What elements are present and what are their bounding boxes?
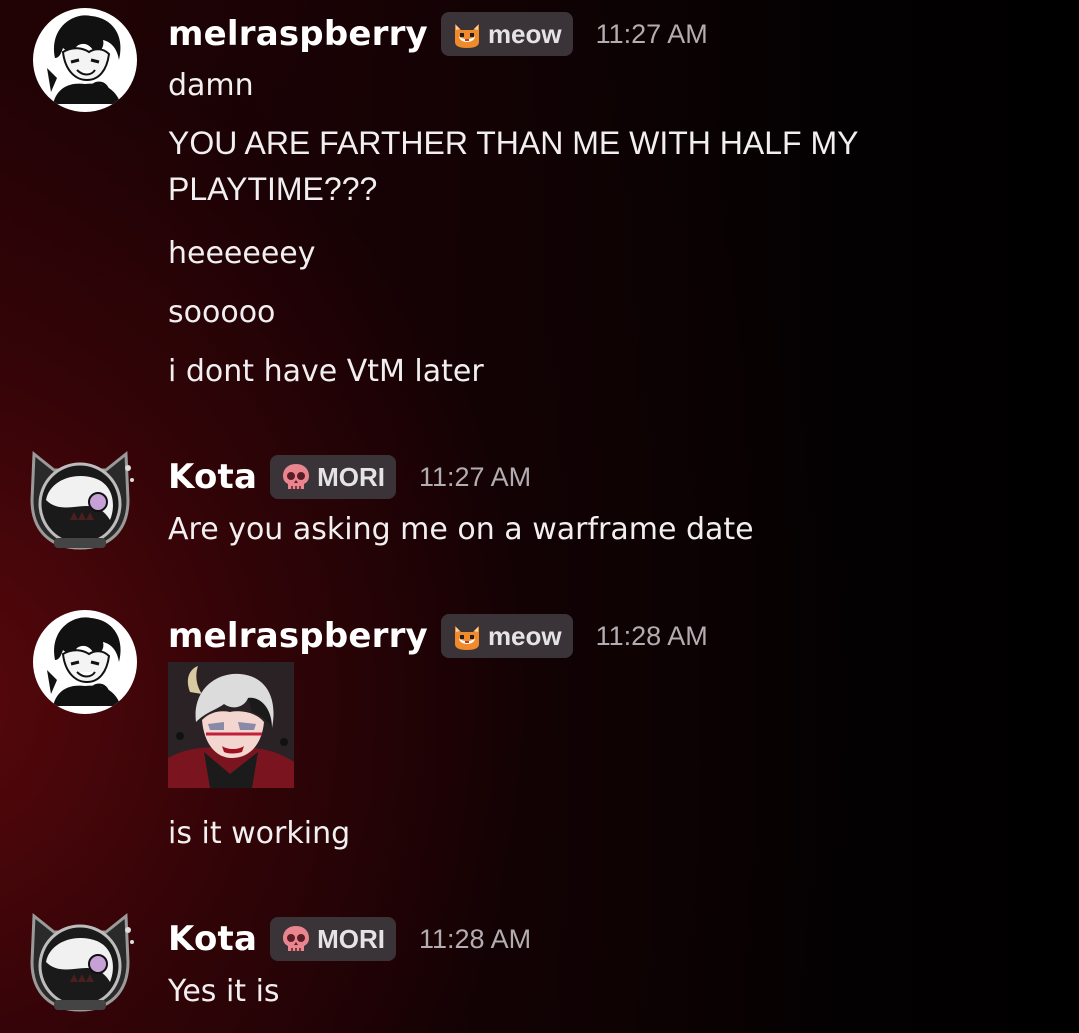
- skull-icon: [280, 461, 312, 493]
- cat-face-icon: [451, 18, 483, 50]
- message-text: YOU ARE FARTHER THAN ME WITH HALF MY PLA…: [168, 125, 858, 207]
- message-header: Kota MORI 11:27 AM: [168, 449, 531, 505]
- cat-face-icon: [451, 620, 483, 652]
- message-text: Are you asking me on a warframe date: [168, 512, 754, 547]
- message-group-melraspberry-1: melraspberry meow 11:27 AM damn YOU ARE …: [0, 0, 1079, 400]
- tag-label: meow: [487, 18, 562, 49]
- tag-label: MORI: [317, 923, 385, 954]
- username[interactable]: Kota: [168, 457, 257, 497]
- username[interactable]: melraspberry: [168, 616, 428, 656]
- message-text: i dont have VtM later: [168, 354, 484, 389]
- username[interactable]: melraspberry: [168, 14, 428, 54]
- message-header: Kota MORI 11:28 AM: [168, 911, 531, 967]
- message-header: melraspberry meow 11:28 AM: [168, 608, 708, 664]
- skull-icon: [280, 923, 312, 955]
- server-tag[interactable]: meow: [440, 12, 573, 56]
- avatar-kota[interactable]: [24, 902, 136, 1014]
- avatar-melraspberry[interactable]: [33, 610, 137, 714]
- timestamp[interactable]: 11:27 AM: [419, 462, 531, 493]
- character-portrait-sticker[interactable]: [168, 662, 294, 788]
- message-text: Yes it is: [168, 974, 280, 1009]
- message-text: damn: [168, 68, 254, 103]
- tag-label: MORI: [317, 461, 385, 492]
- avatar-kota[interactable]: [24, 440, 136, 552]
- message-group-melraspberry-2: melraspberry meow 11:28 AM is it working: [0, 604, 1079, 874]
- message-group-kota-1: Kota MORI 11:27 AM Are you asking me on …: [0, 440, 1079, 560]
- tag-label: meow: [487, 620, 562, 651]
- server-tag[interactable]: MORI: [270, 917, 396, 961]
- message-header: melraspberry meow 11:27 AM: [168, 6, 708, 62]
- avatar-melraspberry[interactable]: [33, 8, 137, 112]
- message-text: is it working: [168, 816, 351, 851]
- timestamp[interactable]: 11:27 AM: [596, 19, 708, 50]
- server-tag[interactable]: meow: [440, 614, 573, 658]
- timestamp[interactable]: 11:28 AM: [419, 924, 531, 955]
- username[interactable]: Kota: [168, 919, 257, 959]
- message-text: heeeeeey: [168, 236, 316, 271]
- server-tag[interactable]: MORI: [270, 455, 396, 499]
- message-text: sooooo: [168, 295, 276, 330]
- message-group-kota-2: Kota MORI 11:28 AM Yes it is: [0, 900, 1079, 1033]
- timestamp[interactable]: 11:28 AM: [596, 621, 708, 652]
